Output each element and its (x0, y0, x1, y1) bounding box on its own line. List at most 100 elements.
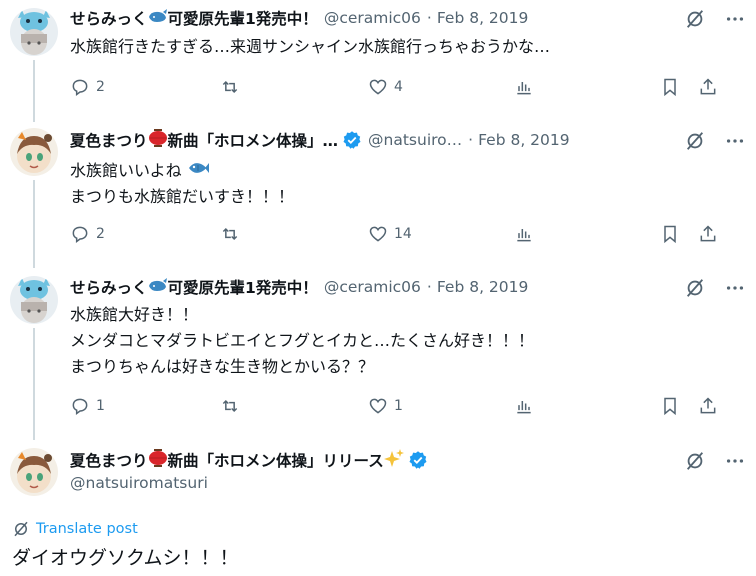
retweet-icon (222, 227, 238, 241)
more-icon[interactable] (724, 277, 746, 299)
display-name[interactable]: せらみっく (70, 276, 148, 298)
share-button[interactable] (698, 396, 718, 416)
grok-icon[interactable] (684, 8, 706, 30)
like-button[interactable]: 1 (368, 396, 514, 416)
main-tweet-text: ダイオウグソクムシ！！！ (12, 547, 239, 569)
whale-icon (148, 277, 168, 297)
display-name-suffix[interactable]: 新曲「ホロメン体操」… (168, 129, 339, 151)
tweet-1[interactable]: せらみっく 可愛原先輩1発売中！ @ceramic06 · Feb 8, 201… (0, 0, 756, 122)
red-lantern-icon (148, 449, 168, 471)
retweet-icon (222, 399, 238, 413)
views-button[interactable] (514, 396, 660, 416)
avatar-natsuiro[interactable] (10, 128, 58, 176)
reply-count: 2 (96, 226, 105, 242)
tweet-line-wrap: 水族館いいよね (70, 158, 294, 184)
tweet-header: せらみっく 可愛原先輩1発売中！ @ceramic06 · Feb 8, 201… (70, 6, 660, 30)
bookmark-icon (664, 225, 676, 244)
bookmark-icon (664, 78, 676, 97)
thread-line (33, 180, 35, 268)
avatar-ceramic[interactable] (10, 276, 58, 324)
bookmark-icon (664, 397, 676, 416)
grok-icon[interactable] (684, 450, 706, 472)
retweet-button[interactable] (220, 396, 368, 416)
like-count: 14 (394, 226, 412, 242)
whale-icon (148, 8, 168, 28)
action-bar: 1 1 (70, 393, 742, 419)
fish-icon (187, 158, 209, 184)
grok-icon[interactable] (684, 277, 706, 299)
retweet-button[interactable] (220, 224, 368, 244)
share-icon (700, 397, 716, 414)
retweet-icon (222, 80, 238, 94)
tweet-header: せらみっく 可愛原先輩1発売中！ @ceramic06 · Feb 8, 201… (70, 275, 660, 299)
grok-icon (14, 521, 28, 537)
more-icon[interactable] (724, 450, 746, 472)
display-name-suffix[interactable]: 可愛原先輩1発売中！ (168, 276, 318, 298)
like-count: 1 (394, 398, 403, 414)
avatar-ceramic[interactable] (10, 8, 58, 56)
grok-icon[interactable] (684, 130, 706, 152)
action-bar: 2 4 (70, 74, 742, 100)
tweet-3[interactable]: せらみっく 可愛原先輩1発売中！ @ceramic06 · Feb 8, 201… (0, 266, 756, 440)
like-icon (369, 398, 387, 414)
bookmark-button[interactable] (660, 224, 698, 244)
share-button[interactable] (698, 77, 718, 97)
retweet-button[interactable] (220, 77, 368, 97)
like-button[interactable]: 4 (368, 77, 514, 97)
views-icon (517, 401, 531, 414)
tweet-top-icons (684, 276, 746, 300)
share-button[interactable] (698, 224, 718, 244)
post-date[interactable]: Feb 8, 2019 (437, 278, 529, 296)
user-handle[interactable]: @ceramic06 (324, 9, 421, 27)
views-icon (517, 229, 531, 242)
thread-line (33, 328, 35, 440)
main-tweet-top-icons (684, 449, 746, 473)
separator-dot: · (468, 131, 474, 149)
user-handle[interactable]: @natsuiro… (368, 131, 462, 149)
reply-button[interactable]: 2 (70, 224, 220, 244)
tweet-line: まつりちゃんは好きな生き物とかいる？？ (70, 357, 375, 376)
more-icon[interactable] (724, 130, 746, 152)
tweet-line: まつりも水族館だいすき！！！ (70, 187, 295, 206)
display-name-suffix[interactable]: 可愛原先輩1発売中！ (168, 7, 318, 29)
translate-post-link[interactable]: Translate post (12, 520, 138, 538)
verified-icon (408, 450, 428, 470)
tweet-text: 水族館大好き！！ メンダコとマダラトビエイとフグとイカと…たくさん好き！！！ ま… (70, 302, 534, 380)
reply-count: 1 (96, 398, 105, 414)
reply-count: 2 (96, 79, 105, 95)
sparkles-icon (383, 449, 404, 471)
views-icon (517, 82, 531, 95)
thread-line (33, 60, 35, 122)
post-date[interactable]: Feb 8, 2019 (437, 9, 529, 27)
views-button[interactable] (514, 224, 660, 244)
tweet-line: 水族館行きたすぎる…来週サンシャイン水族館行っちゃおうかな… (70, 37, 551, 56)
reply-icon (72, 226, 88, 243)
reply-button[interactable]: 2 (70, 77, 220, 97)
views-button[interactable] (514, 77, 660, 97)
translate-label[interactable]: Translate post (36, 521, 138, 537)
red-lantern-icon (148, 129, 168, 151)
main-tweet-header: 夏色まつり 新曲「ホロメン体操」リリース (70, 448, 660, 472)
user-handle[interactable]: @natsuiromatsuri (70, 474, 208, 492)
tweet-text: 水族館いいよね まつりも水族館だいすき！！！ (70, 158, 294, 210)
separator-dot: · (426, 278, 432, 296)
like-icon (369, 226, 387, 242)
verified-icon (342, 130, 362, 150)
tweet-line: メンダコとマダラトビエイとフグとイカと…たくさん好き！！！ (70, 331, 535, 350)
display-name[interactable]: せらみっく (70, 7, 148, 29)
like-button[interactable]: 14 (368, 224, 514, 244)
user-handle[interactable]: @ceramic06 (324, 278, 421, 296)
bookmark-button[interactable] (660, 77, 698, 97)
avatar-natsuiro[interactable] (10, 448, 58, 496)
bookmark-button[interactable] (660, 396, 698, 416)
tweet-line: 水族館大好き！！ (70, 305, 199, 324)
like-icon (369, 79, 387, 95)
display-name[interactable]: 夏色まつり (70, 449, 148, 471)
tweet-top-icons (684, 129, 746, 153)
more-icon[interactable] (724, 8, 746, 30)
post-date[interactable]: Feb 8, 2019 (478, 131, 570, 149)
display-name[interactable]: 夏色まつり (70, 129, 148, 151)
tweet-2[interactable]: 夏色まつり 新曲「ホロメン体操」… @natsuiro… · Feb 8, 20… (0, 120, 756, 268)
reply-button[interactable]: 1 (70, 396, 220, 416)
display-name-suffix[interactable]: 新曲「ホロメン体操」リリース (168, 449, 384, 471)
